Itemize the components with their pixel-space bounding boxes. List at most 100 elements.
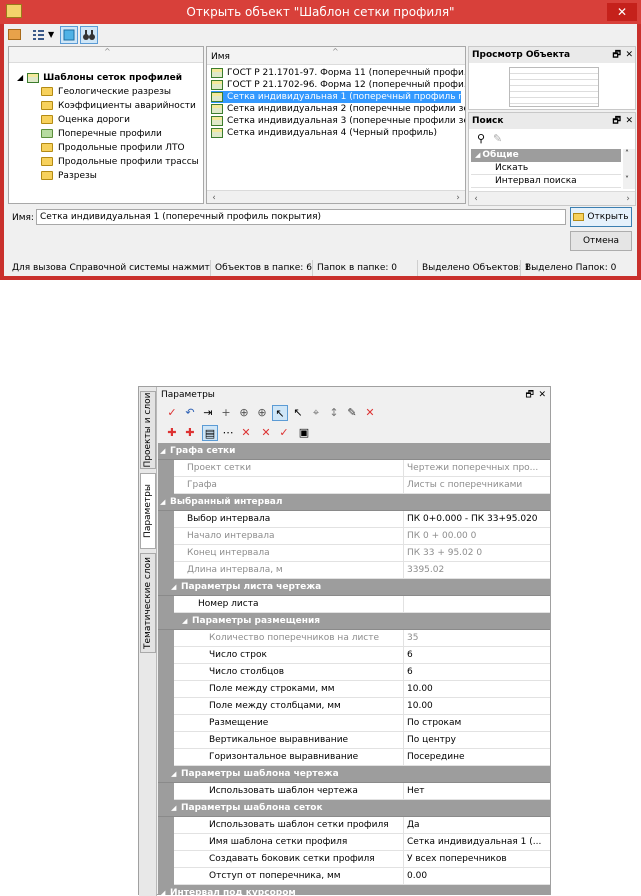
property-value[interactable]: ПК 0+0.000 - ПК 33+95.020 xyxy=(403,511,550,528)
scroll-up-icon[interactable]: ˄ xyxy=(625,149,629,158)
check-sheet-icon[interactable]: ✓ xyxy=(276,425,292,441)
sheet-view-icon[interactable]: ▤ xyxy=(202,425,218,441)
collapse-icon[interactable]: ◢ xyxy=(182,613,187,630)
property-category[interactable]: ◢ Графа сетки xyxy=(158,443,550,460)
tree-root[interactable]: ◢ Шаблоны сеток профилей xyxy=(17,71,182,85)
scroll-left-icon[interactable]: ‹ xyxy=(469,192,483,205)
collapse-icon[interactable]: ◢ xyxy=(160,885,165,895)
scroll-right-icon[interactable]: › xyxy=(621,192,635,205)
search-row[interactable]: Искать xyxy=(471,162,621,175)
tab-parameters[interactable]: Параметры xyxy=(140,473,156,549)
property-value[interactable]: У всех поперечников xyxy=(403,851,550,868)
tree-item[interactable]: Продольные профили ЛТО xyxy=(41,141,185,155)
remove-sheet-icon[interactable]: ✕ xyxy=(238,425,254,441)
property-row[interactable]: Создавать боковик сетки профиля У всех по… xyxy=(158,851,550,868)
property-value[interactable]: Посередине xyxy=(403,749,550,766)
list-item[interactable]: Сетка индивидуальная 3 (поперечные профи… xyxy=(211,115,465,127)
property-row[interactable]: Выбор интервала ПК 0+0.000 - ПК 33+95.020 xyxy=(158,511,550,528)
tree-item[interactable]: Продольные профили трассы xyxy=(41,155,199,169)
dialog-close-button[interactable]: ✕ xyxy=(607,3,637,21)
close-icon[interactable]: ✕ xyxy=(625,113,633,129)
tree-item[interactable]: Геологические разрезы xyxy=(41,85,171,99)
property-row[interactable]: Графа Листы с поперечниками xyxy=(158,477,550,494)
property-category[interactable]: ◢ Параметры шаблона сеток xyxy=(158,800,550,817)
tree-item[interactable]: Поперечные профили xyxy=(41,127,162,141)
fit-icon[interactable]: ⌖ xyxy=(308,405,324,421)
column-name-header[interactable]: Имя xyxy=(211,52,230,62)
property-value[interactable]: По строкам xyxy=(403,715,550,732)
binoculars-icon[interactable]: ⚲ xyxy=(477,132,485,145)
cancel-button[interactable]: Отмена xyxy=(570,231,632,251)
measure-icon[interactable]: ↕ xyxy=(326,405,342,421)
image-icon[interactable]: ▣ xyxy=(296,425,312,441)
collapse-icon[interactable]: ◢ xyxy=(171,800,176,817)
chevron-down-icon[interactable]: ▼ xyxy=(48,30,54,39)
scroll-down-icon[interactable]: ˅ xyxy=(625,175,629,184)
view-mode-icon[interactable] xyxy=(30,26,48,44)
property-value[interactable]: Да xyxy=(403,817,550,834)
search-row[interactable]: Интервал поиска xyxy=(471,175,621,188)
property-row[interactable]: Отступ от поперечника, мм 0.00 xyxy=(158,868,550,885)
property-row[interactable]: Количество поперечников на листе 35 xyxy=(158,630,550,647)
property-category[interactable]: ◢ Параметры шаблона чертежа xyxy=(158,766,550,783)
list-item[interactable]: Сетка индивидуальная 4 (Черный профиль) xyxy=(211,127,461,139)
target-icon[interactable]: ⊕ xyxy=(236,405,252,421)
property-row[interactable]: Конец интервала ПК 33 + 95.02 0 xyxy=(158,545,550,562)
property-row[interactable]: Номер листа xyxy=(158,596,550,613)
pin-icon[interactable]: 🗗 xyxy=(613,47,621,63)
pin-icon[interactable]: 🗗 xyxy=(526,387,534,403)
scroll-left-icon[interactable]: ‹ xyxy=(207,191,221,203)
close-icon[interactable]: ✕ xyxy=(538,387,546,403)
apply-icon[interactable]: ✓ xyxy=(164,405,180,421)
eraser-icon[interactable]: ✎ xyxy=(493,132,502,145)
property-row[interactable]: Число столбцов 6 xyxy=(158,664,550,681)
property-value[interactable]: 6 xyxy=(403,664,550,681)
property-row[interactable]: Число строк 6 xyxy=(158,647,550,664)
property-row[interactable]: Проект сетки Чертежи поперечных про... xyxy=(158,460,550,477)
collapse-icon[interactable]: ◢ xyxy=(171,766,176,783)
remove-sheets-icon[interactable]: ✕ xyxy=(258,425,274,441)
distribute-icon[interactable]: ⋯ xyxy=(220,425,236,441)
property-row[interactable]: Размещение По строкам xyxy=(158,715,550,732)
property-row[interactable]: Поле между столбцами, мм 10.00 xyxy=(158,698,550,715)
property-value[interactable]: По центру xyxy=(403,732,550,749)
tab-thematic-layers[interactable]: Тематические слои xyxy=(140,553,156,653)
list-item[interactable]: Сетка индивидуальная 2 (поперечные профи… xyxy=(211,103,465,115)
property-value[interactable]: 6 xyxy=(403,647,550,664)
delete-icon[interactable]: ✕ xyxy=(362,405,378,421)
property-row[interactable]: Использовать шаблон чертежа Нет xyxy=(158,783,550,800)
property-row[interactable]: Горизонтальное выравнивание Посередине xyxy=(158,749,550,766)
property-value[interactable]: Нет xyxy=(403,783,550,800)
add-sheet-icon[interactable]: ✚ xyxy=(164,425,180,441)
name-field[interactable] xyxy=(36,209,566,225)
undo-icon[interactable]: ↶ xyxy=(182,405,198,421)
property-value[interactable]: 0.00 xyxy=(403,868,550,885)
collapse-icon[interactable]: ◢ xyxy=(160,494,165,511)
property-value[interactable] xyxy=(403,596,550,613)
tree-item[interactable]: Оценка дороги xyxy=(41,113,130,127)
tree-item[interactable]: Разрезы xyxy=(41,169,97,183)
search-category-general[interactable]: ◢ Общие xyxy=(471,149,621,162)
property-value[interactable]: 10.00 xyxy=(403,698,550,715)
pointer-icon[interactable]: ↖ xyxy=(272,405,288,421)
search-vscrollbar[interactable]: ˄ ˅ xyxy=(623,149,635,189)
snap-icon[interactable]: ⊕ xyxy=(254,405,270,421)
collapse-icon[interactable]: ◢ xyxy=(160,443,165,460)
property-category[interactable]: ◢ Параметры листа чертежа xyxy=(158,579,550,596)
list-item[interactable]: ГОСТ Р 21.1701-97. Форма 11 (поперечный … xyxy=(211,67,465,79)
search-hscrollbar[interactable]: ‹ › xyxy=(469,191,635,205)
scroll-right-icon[interactable]: › xyxy=(451,191,465,203)
tab-projects-layers[interactable]: Проекты и слои xyxy=(140,391,156,469)
property-value[interactable]: 10.00 xyxy=(403,681,550,698)
preview-toggle-icon[interactable] xyxy=(60,26,78,44)
property-row[interactable]: Длина интервала, м 3395.02 xyxy=(158,562,550,579)
add-sheets-icon[interactable]: ✚ xyxy=(182,425,198,441)
property-row[interactable]: Вертикальное выравнивание По центру xyxy=(158,732,550,749)
property-category[interactable]: ◢ Выбранный интервал xyxy=(158,494,550,511)
folder-up-icon[interactable] xyxy=(8,29,21,40)
property-category[interactable]: ◢ Интервал под курсором xyxy=(158,885,550,895)
property-value[interactable]: Сетка индивидуальная 1 (... xyxy=(403,834,550,851)
property-row[interactable]: Начало интервала ПК 0 + 00.00 0 xyxy=(158,528,550,545)
picker-icon[interactable]: ✎ xyxy=(344,405,360,421)
tree-item[interactable]: Коэффициенты аварийности xyxy=(41,99,196,113)
